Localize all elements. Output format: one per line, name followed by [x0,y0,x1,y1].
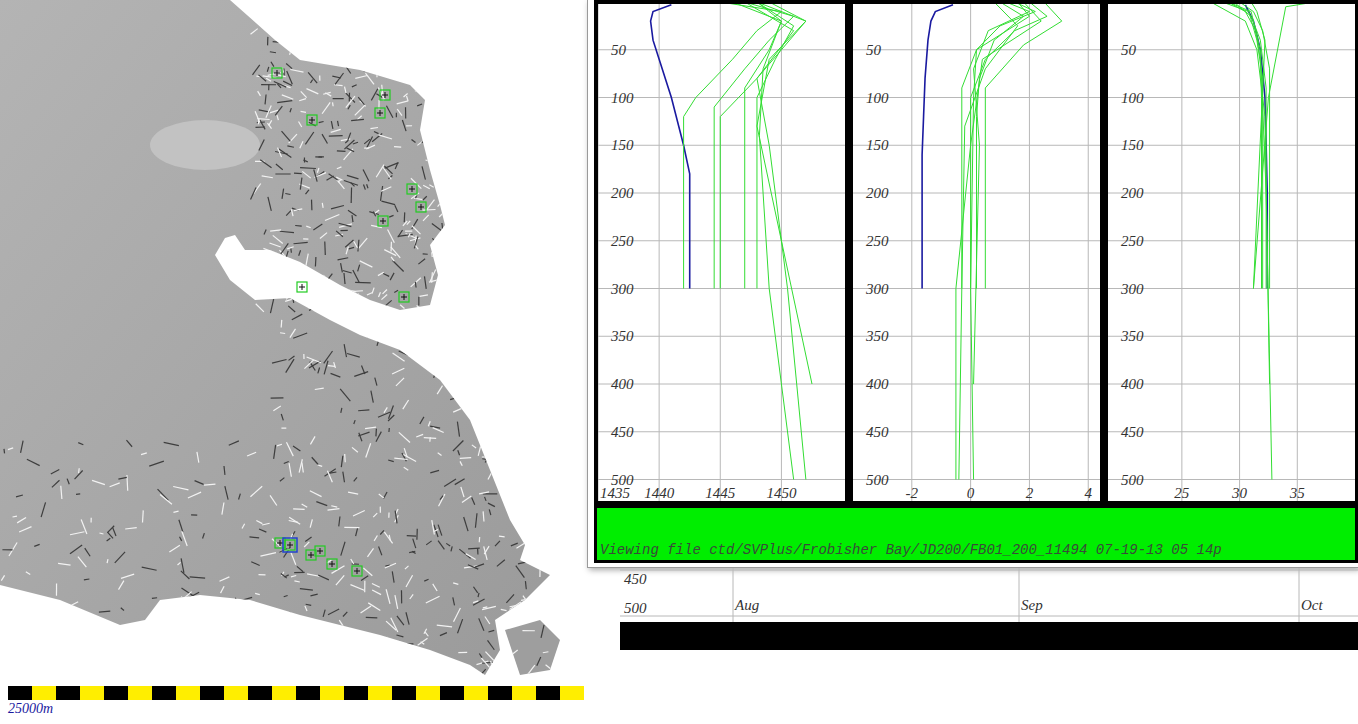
svg-text:250: 250 [866,233,889,249]
sound-speed-panel[interactable]: 5010015020025030035040045050014351440144… [594,0,849,505]
station-marker[interactable] [327,559,337,569]
svg-text:450: 450 [1121,424,1144,440]
timeline-bar [620,622,1358,650]
svg-text:-2: -2 [906,485,919,501]
profile-line [1228,4,1272,480]
station-marker[interactable] [416,202,426,212]
profile-panels: 5010015020025030035040045050014351440144… [594,0,1358,505]
profile-line [1234,4,1266,289]
svg-text:400: 400 [1121,376,1144,392]
svg-text:350: 350 [1120,328,1144,344]
svg-text:400: 400 [866,376,889,392]
profile-window[interactable]: 5010015020025030035040045050014351440144… [587,0,1358,568]
svg-text:200: 200 [1121,185,1144,201]
temperature-chart: 50 100 150 200 250 300 350 400 450 500 -2 0 2 4 [853,4,1100,501]
svg-text:Oct: Oct [1301,597,1323,613]
svg-text:500: 500 [1121,472,1144,488]
station-marker[interactable] [283,538,297,552]
temperature-panel[interactable]: 50 100 150 200 250 300 350 400 450 500 -2 0 2 4 [849,0,1104,505]
status-bar: Viewing file ctd/SVPlus/Frobisher Bay/JD… [594,505,1358,563]
svg-text:100: 100 [1121,90,1144,106]
svg-text:150: 150 [866,137,889,153]
svg-text:450: 450 [611,424,634,440]
svg-text:200: 200 [866,185,889,201]
profile-line [1253,4,1314,289]
svg-text:250: 250 [1121,233,1144,249]
profile-line [959,4,1018,480]
station-marker[interactable] [272,68,282,78]
svg-text:Aug: Aug [734,597,760,613]
svg-text:35: 35 [1289,485,1306,501]
svg-text:350: 350 [610,328,634,344]
svg-text:4: 4 [1084,485,1092,501]
station-marker[interactable] [378,216,388,226]
profile-line [985,4,1061,289]
svg-text:1445: 1445 [705,485,736,501]
svg-text:500: 500 [624,600,647,616]
svg-text:450: 450 [866,424,889,440]
salinity-panel[interactable]: 50 100 150 200 250 300 350 400 450 500 25 30 35 [1104,0,1358,505]
svg-text:30: 30 [1231,485,1248,501]
profile-line [757,4,794,480]
svg-text:150: 150 [611,137,634,153]
app: 25000m5010015020025030035040045050014351… [0,0,1358,724]
sound-speed-chart: 5010015020025030035040045050014351440144… [598,4,845,501]
svg-text:450: 450 [624,571,647,587]
profile-line [757,4,812,384]
svg-text:200: 200 [611,185,634,201]
right-column: 5010015020025030035040045050014351440144… [587,0,1358,724]
timeline-chart[interactable]: 450 500 Aug Sep Oct [587,568,1358,650]
map-column: 25000m [0,0,587,724]
timeline-grid: 450 500 Aug Sep Oct [620,568,1358,622]
station-marker[interactable] [315,546,325,556]
land-mass [0,0,550,675]
svg-text:0: 0 [967,485,975,501]
svg-text:50: 50 [611,42,627,58]
svg-text:25: 25 [1174,485,1190,501]
svg-text:Sep: Sep [1021,597,1043,613]
station-marker[interactable] [307,115,317,125]
svg-text:50: 50 [1121,42,1137,58]
svg-text:500: 500 [866,472,889,488]
salinity-chart: 50 100 150 200 250 300 350 400 450 500 25 30 35 [1108,4,1355,501]
profile-line [977,4,1024,289]
profile-line [1251,4,1265,289]
scale-bar: 25000m [0,684,587,718]
svg-text:300: 300 [865,281,889,297]
svg-text:1450: 1450 [766,485,797,501]
svg-text:1435: 1435 [600,485,631,501]
svg-text:350: 350 [865,328,889,344]
station-marker[interactable] [375,108,385,118]
scale-label: 25000m [8,700,587,718]
svg-text:100: 100 [866,90,889,106]
svg-text:1440: 1440 [644,485,675,501]
svg-text:250: 250 [611,233,634,249]
island [505,620,560,675]
station-marker[interactable] [352,566,362,576]
station-marker[interactable] [380,90,390,100]
terrain-map[interactable] [0,0,587,684]
station-marker[interactable] [407,184,417,194]
station-marker[interactable] [297,282,307,292]
svg-text:150: 150 [1121,137,1144,153]
profile-line [720,4,806,289]
svg-text:100: 100 [611,90,634,106]
svg-text:400: 400 [611,376,634,392]
profile-line [956,4,1041,480]
profile-line [745,4,806,480]
svg-text:300: 300 [1120,281,1144,297]
svg-text:300: 300 [610,281,634,297]
map-view[interactable] [0,0,587,684]
station-marker[interactable] [399,292,409,302]
profile-line [922,5,953,289]
profile-line [971,4,1030,480]
profile-line [757,4,794,289]
svg-text:50: 50 [866,42,882,58]
svg-text:2: 2 [1026,485,1034,501]
